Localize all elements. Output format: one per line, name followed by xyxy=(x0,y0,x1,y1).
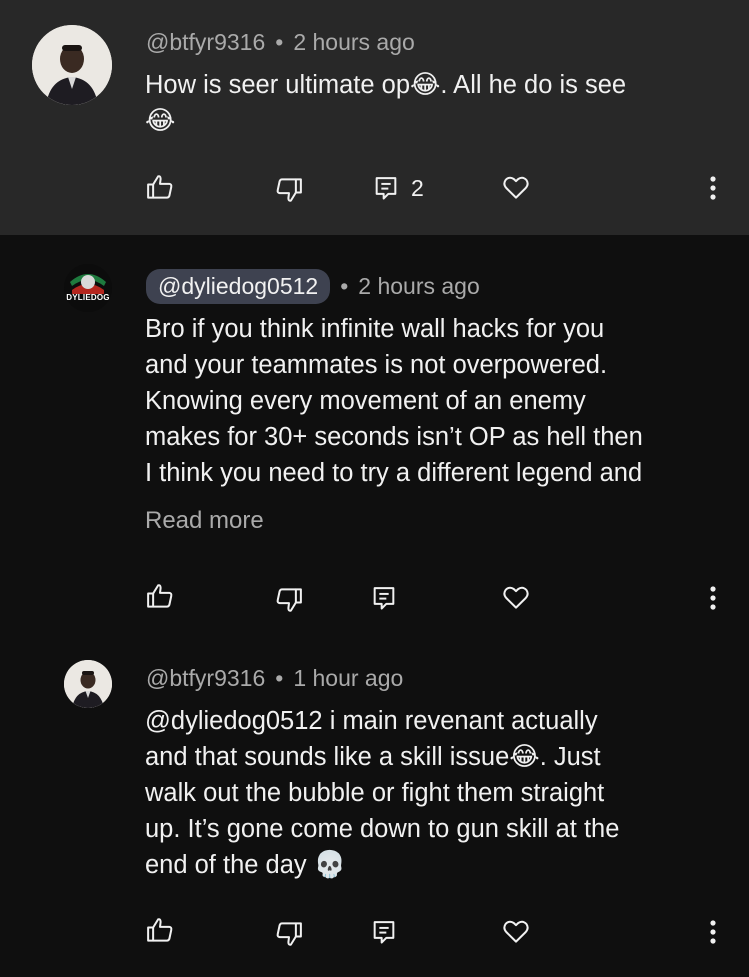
comment-line: How is seer ultimate op😂. All he do is s… xyxy=(145,67,626,103)
thumbs-up-icon xyxy=(147,175,173,199)
comment-line: I think you need to try a different lege… xyxy=(145,459,643,487)
timestamp[interactable]: 2 hours ago xyxy=(293,29,414,56)
thumbs-up-icon xyxy=(147,584,173,608)
more-options-button[interactable] xyxy=(698,916,728,948)
timestamp[interactable]: 2 hours ago xyxy=(358,273,479,300)
reply-button[interactable] xyxy=(366,914,402,950)
comment-meta: @btfyr9316 • 1 hour ago xyxy=(146,665,403,692)
thumbs-down-icon xyxy=(276,922,302,946)
like-button[interactable] xyxy=(141,911,179,949)
meta-separator: • xyxy=(275,29,284,55)
author-handle-chip[interactable]: @dyliedog0512 xyxy=(146,269,331,304)
thumbs-up-icon xyxy=(147,918,173,942)
more-vertical-icon xyxy=(710,920,716,944)
comment-line: @dyliedog0512 i main revenant actually xyxy=(145,707,598,735)
dislike-button[interactable] xyxy=(270,915,308,953)
thumbs-down-icon xyxy=(276,178,302,202)
dislike-button[interactable] xyxy=(270,171,308,209)
comment-line: 😂 xyxy=(145,103,626,139)
comment-line: Bro if you think infinite wall hacks for… xyxy=(145,315,605,343)
heart-icon xyxy=(503,586,529,609)
laughing-emoji: 😂 xyxy=(509,742,540,772)
like-button[interactable] xyxy=(141,168,179,206)
comment-text: How is seer ultimate op😂. All he do is s… xyxy=(145,67,626,139)
dislike-button[interactable] xyxy=(270,581,308,619)
comment-meta: @btfyr9316 • 2 hours ago xyxy=(146,29,415,56)
heart-button[interactable] xyxy=(497,168,535,206)
comment-line: walk out the bubble or fight them straig… xyxy=(145,779,605,807)
comment-meta: @dyliedog0512 • 2 hours ago xyxy=(146,269,480,304)
more-vertical-icon xyxy=(710,176,716,200)
more-options-button[interactable] xyxy=(698,172,728,204)
more-options-button[interactable] xyxy=(698,582,728,614)
heart-icon xyxy=(503,176,529,199)
comment-line: and that sounds like a skill issue😂. Jus… xyxy=(145,739,619,775)
heart-icon xyxy=(503,920,529,943)
like-button[interactable] xyxy=(141,577,179,615)
heart-button[interactable] xyxy=(497,578,535,616)
timestamp[interactable]: 1 hour ago xyxy=(293,665,403,692)
comment-line: Knowing every movement of an enemy xyxy=(145,387,586,415)
reply-icon xyxy=(373,921,395,944)
read-more-link[interactable]: Read more xyxy=(145,507,264,535)
comment-line: and your teammates is not overpowered. xyxy=(145,351,608,379)
comment-line: up. It’s gone come down to gun skill at … xyxy=(145,815,620,843)
comment-line: end of the day 💀 xyxy=(145,847,619,883)
laughing-emoji: 😂 xyxy=(145,106,176,136)
comment-line-text: How is seer ultimate op xyxy=(145,71,411,99)
avatar-logo-text: DYLIEDOG xyxy=(66,293,110,302)
reply-button[interactable] xyxy=(366,580,402,616)
comment-line: makes for 30+ seconds isn’t OP as hell t… xyxy=(145,423,643,451)
author-handle[interactable]: @btfyr9316 xyxy=(146,665,265,692)
meta-separator: • xyxy=(340,273,349,299)
comment-line-text: end of the day xyxy=(145,851,314,879)
meta-separator: • xyxy=(275,665,284,691)
reply-icon xyxy=(373,587,395,610)
author-handle[interactable]: @btfyr9316 xyxy=(146,29,265,56)
comment-text: Bro if you think infinite wall hacks for… xyxy=(145,311,643,491)
comment-line-text: . All he do is see xyxy=(440,71,627,99)
reply-icon xyxy=(375,177,397,200)
more-vertical-icon xyxy=(710,586,716,610)
comment-line-text: and that sounds like a skill issue xyxy=(145,743,510,771)
skull-emoji: 💀 xyxy=(313,850,347,880)
avatar[interactable]: DYLIEDOG xyxy=(64,264,112,312)
reply-button[interactable] xyxy=(368,170,404,206)
avatar[interactable] xyxy=(64,660,112,708)
comment-line-text: . Just xyxy=(539,743,601,771)
laughing-emoji: 😂 xyxy=(410,70,441,100)
reply-count[interactable]: 2 xyxy=(411,175,424,202)
comment-text: @dyliedog0512 i main revenant actually a… xyxy=(145,703,619,883)
heart-button[interactable] xyxy=(497,912,535,950)
thumbs-down-icon xyxy=(276,588,302,612)
avatar[interactable] xyxy=(32,25,112,105)
